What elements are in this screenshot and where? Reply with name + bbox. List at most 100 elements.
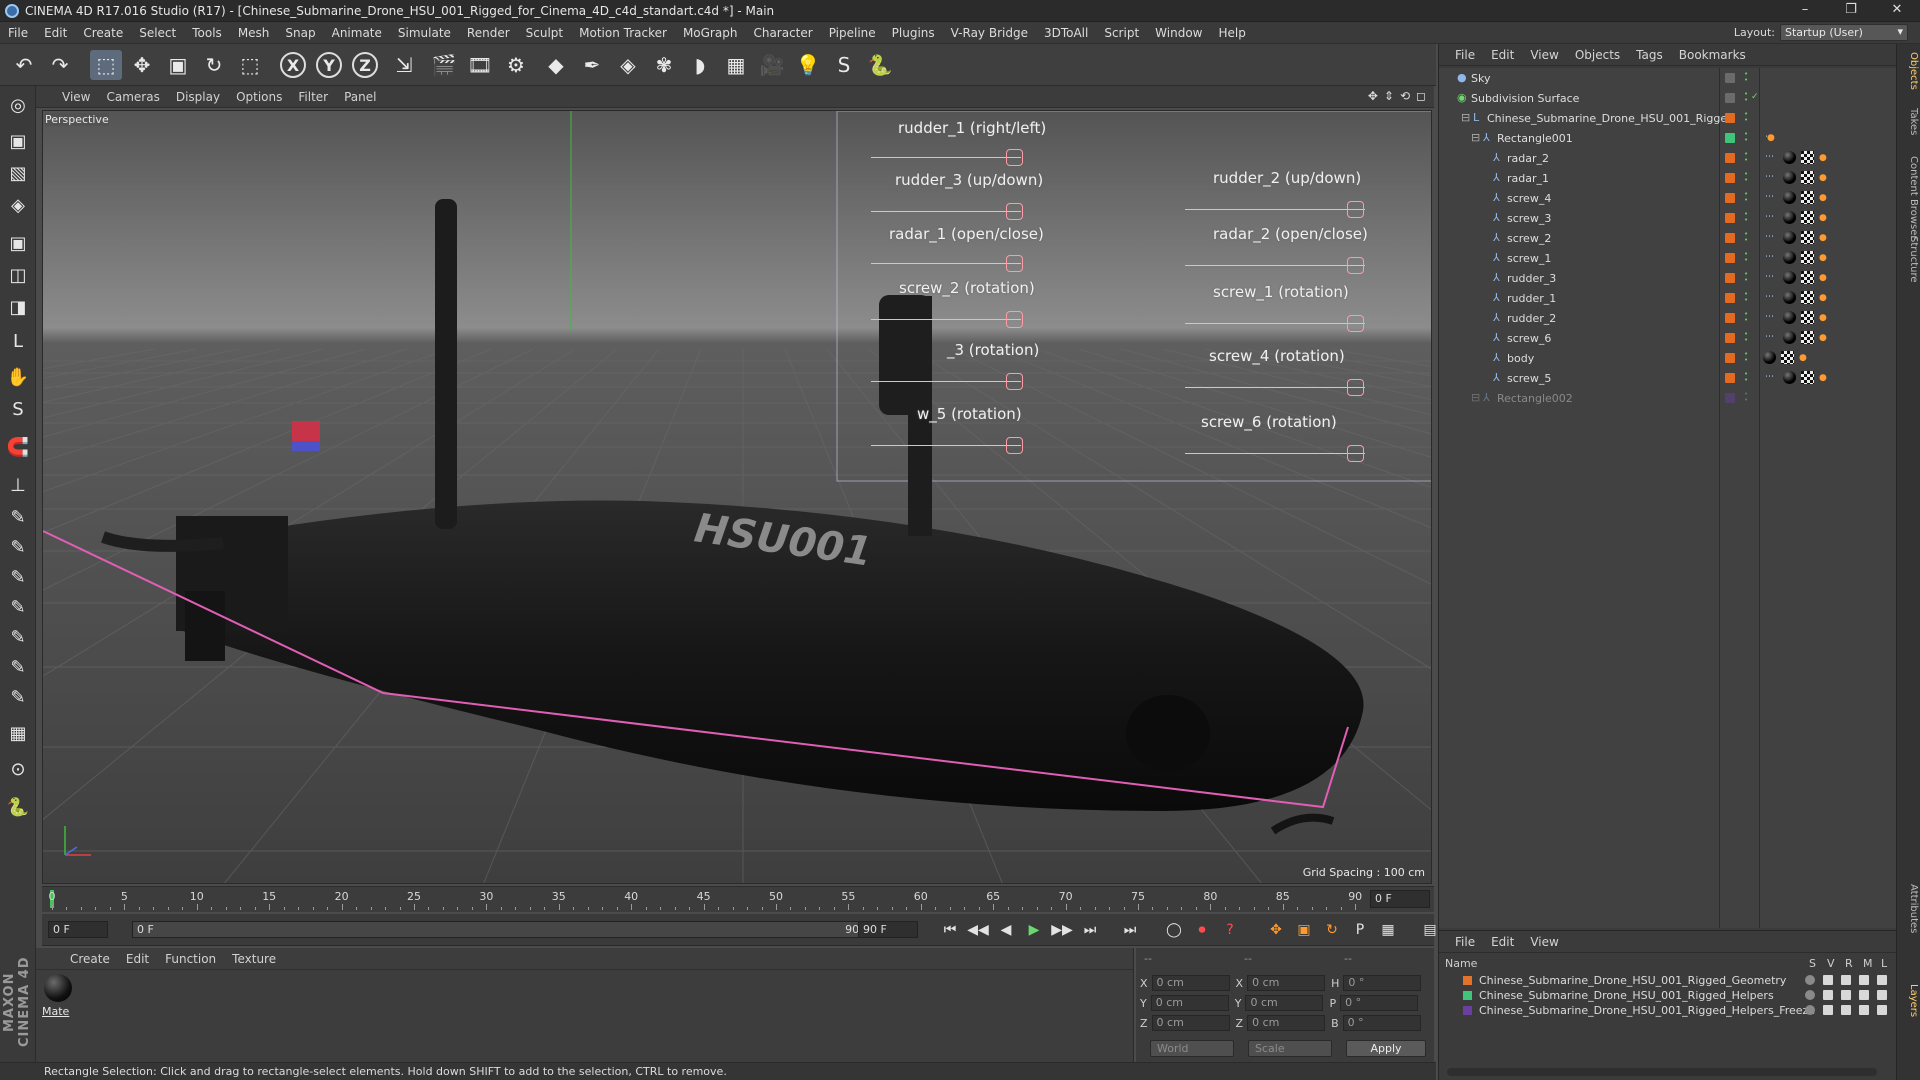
subdivision-icon[interactable]: ◈ <box>612 50 644 80</box>
world-coord-icon[interactable]: ⇲ <box>388 50 420 80</box>
object-row[interactable]: ⅄ screw_5 • • ⋯ ● <box>1439 368 1897 388</box>
layer-color-swatch[interactable] <box>1463 976 1472 985</box>
object-row[interactable]: ⅄ rudder_2 • • ⋯ ● <box>1439 308 1897 328</box>
autokey-button[interactable]: ◯ <box>1162 919 1186 941</box>
live-select-icon[interactable]: ⬚ <box>90 50 122 80</box>
menu-render[interactable]: Render <box>459 26 518 40</box>
object-row[interactable]: ⅄ screw_4 • • ⋯ ● <box>1439 188 1897 208</box>
object-layer-swatch[interactable] <box>1725 353 1735 363</box>
rig-control-knob[interactable] <box>1347 445 1364 462</box>
y-axis-icon[interactable]: Y <box>316 52 342 78</box>
rig-control-slider[interactable] <box>871 157 1021 158</box>
object-visibility-dots[interactable]: • • <box>1744 111 1750 125</box>
menu-simulate[interactable]: Simulate <box>390 26 459 40</box>
coord-position-field[interactable]: 0 cm <box>1151 975 1230 991</box>
coord-rotation-field[interactable]: 0 ° <box>1342 1015 1421 1031</box>
solo-icon[interactable]: ⊙ <box>3 754 33 784</box>
next-frame-button[interactable]: ▶▶ <box>1050 919 1074 941</box>
object-row[interactable]: ⅄ radar_2 • • ⋯ ● <box>1439 148 1897 168</box>
object-visibility-dots[interactable]: • • <box>1744 291 1750 305</box>
layer-color-swatch[interactable] <box>1463 1006 1472 1015</box>
object-layer-swatch[interactable] <box>1725 153 1735 163</box>
rig-control-slider[interactable] <box>871 445 1021 446</box>
material-name[interactable]: Mate <box>42 1005 69 1018</box>
python-icon[interactable]: 🐍 <box>864 50 896 80</box>
rig-control-knob[interactable] <box>1347 315 1364 332</box>
layer-toggle-icon[interactable] <box>1805 1005 1815 1015</box>
rig-control-slider[interactable] <box>1185 265 1365 266</box>
object-layer-swatch[interactable] <box>1725 293 1735 303</box>
object-visibility-dots[interactable]: • • <box>1744 91 1750 105</box>
object-visibility-dots[interactable]: • • <box>1744 331 1750 345</box>
side-tab-content-browser[interactable]: Content Browser <box>1899 156 1919 239</box>
material-preview-ball[interactable] <box>44 974 72 1002</box>
menu-file[interactable]: File <box>0 26 36 40</box>
close-button[interactable]: ✕ <box>1874 0 1920 22</box>
apply-button[interactable]: Apply <box>1346 1040 1426 1057</box>
layer-menu-file[interactable]: File <box>1447 935 1483 949</box>
rig-control-knob[interactable] <box>1006 437 1023 454</box>
key-param-button[interactable]: P <box>1348 919 1372 941</box>
object-visibility-dots[interactable]: • • <box>1744 191 1750 205</box>
coord-size-field[interactable]: 0 cm <box>1247 1015 1326 1031</box>
texture-mode-icon[interactable]: ▧ <box>3 158 33 188</box>
object-visibility-dots[interactable]: • • <box>1744 171 1750 185</box>
viewport-menu-options[interactable]: Options <box>228 90 290 104</box>
undo-icon[interactable]: ↶ <box>8 50 40 80</box>
axis-mode-icon[interactable]: L <box>3 326 33 356</box>
menu-sculpt[interactable]: Sculpt <box>518 26 571 40</box>
workplane-icon[interactable]: ◈ <box>3 190 33 220</box>
rig-control-knob[interactable] <box>1347 379 1364 396</box>
render-settings-icon[interactable]: ⚙ <box>500 50 532 80</box>
scale-icon[interactable]: ▣ <box>162 50 194 80</box>
menu-select[interactable]: Select <box>131 26 184 40</box>
maximize-button[interactable]: ❐ <box>1828 0 1874 22</box>
key-scale-button[interactable]: ▣ <box>1292 919 1316 941</box>
material-menu-texture[interactable]: Texture <box>224 952 284 966</box>
object-row[interactable]: ● Sky • • <box>1439 68 1897 88</box>
layer-row[interactable]: Chinese_Submarine_Drone_HSU_001_Rigged_H… <box>1439 988 1897 1003</box>
layer-toggle-icon[interactable] <box>1823 1005 1833 1015</box>
object-layer-swatch[interactable] <box>1725 113 1735 123</box>
rig-control-slider[interactable] <box>1185 209 1365 210</box>
key-rotation-button[interactable]: ↻ <box>1320 919 1344 941</box>
object-layer-swatch[interactable] <box>1725 173 1735 183</box>
object-visibility-dots[interactable]: • • <box>1744 311 1750 325</box>
expand-toggle-icon[interactable]: ⊟ <box>1471 132 1481 143</box>
expand-toggle-icon[interactable]: ⊟ <box>1471 392 1481 403</box>
redo-icon[interactable]: ↷ <box>44 50 76 80</box>
current-frame-field[interactable]: 0 F <box>1370 890 1430 908</box>
layer-toggle-icon[interactable] <box>1805 975 1815 985</box>
menu-mesh[interactable]: Mesh <box>230 26 278 40</box>
key-pla-button[interactable]: ▦ <box>1376 919 1400 941</box>
menu-motion-tracker[interactable]: Motion Tracker <box>571 26 675 40</box>
object-row[interactable]: ⅄ radar_1 • • ⋯ ● <box>1439 168 1897 188</box>
object-layer-swatch[interactable] <box>1725 393 1735 403</box>
object-menu-bookmarks[interactable]: Bookmarks <box>1671 48 1754 62</box>
viewport-menu-cameras[interactable]: Cameras <box>98 90 167 104</box>
coord-size-field[interactable]: 0 cm <box>1245 995 1324 1011</box>
menu-v-ray-bridge[interactable]: V-Ray Bridge <box>943 26 1036 40</box>
rig-control-slider[interactable] <box>1185 323 1365 324</box>
snap-mode-icon[interactable]: S <box>3 394 33 424</box>
object-row[interactable]: ⅄ screw_1 • • ⋯ ● <box>1439 248 1897 268</box>
menu-pipeline[interactable]: Pipeline <box>821 26 884 40</box>
object-layer-swatch[interactable] <box>1725 253 1735 263</box>
edges-mode-icon[interactable]: ◫ <box>3 260 33 290</box>
pen-icon[interactable]: ✒ <box>576 50 608 80</box>
object-visibility-dots[interactable]: • • <box>1744 251 1750 265</box>
sculpt-pull-icon[interactable]: ✎ <box>3 562 33 592</box>
object-row[interactable]: ⅄ screw_3 • • ⋯ ● <box>1439 208 1897 228</box>
start-frame-field[interactable]: 0 F <box>48 921 108 938</box>
layer-toggle-icon[interactable] <box>1805 990 1815 1000</box>
menu-3dtoall[interactable]: 3DToAll <box>1036 26 1096 40</box>
layer-row[interactable]: Chinese_Submarine_Drone_HSU_001_Rigged_G… <box>1439 973 1897 988</box>
snap-icon[interactable]: S <box>828 50 860 80</box>
rig-control-knob[interactable] <box>1006 255 1023 272</box>
prev-frame-button[interactable]: ◀ <box>994 919 1018 941</box>
object-menu-file[interactable]: File <box>1447 48 1483 62</box>
sculpt-brush-icon[interactable]: ✎ <box>3 502 33 532</box>
camera-icon[interactable]: 🎥 <box>756 50 788 80</box>
dolly-icon[interactable]: ⇕ <box>1384 89 1394 103</box>
object-menu-edit[interactable]: Edit <box>1483 48 1522 62</box>
